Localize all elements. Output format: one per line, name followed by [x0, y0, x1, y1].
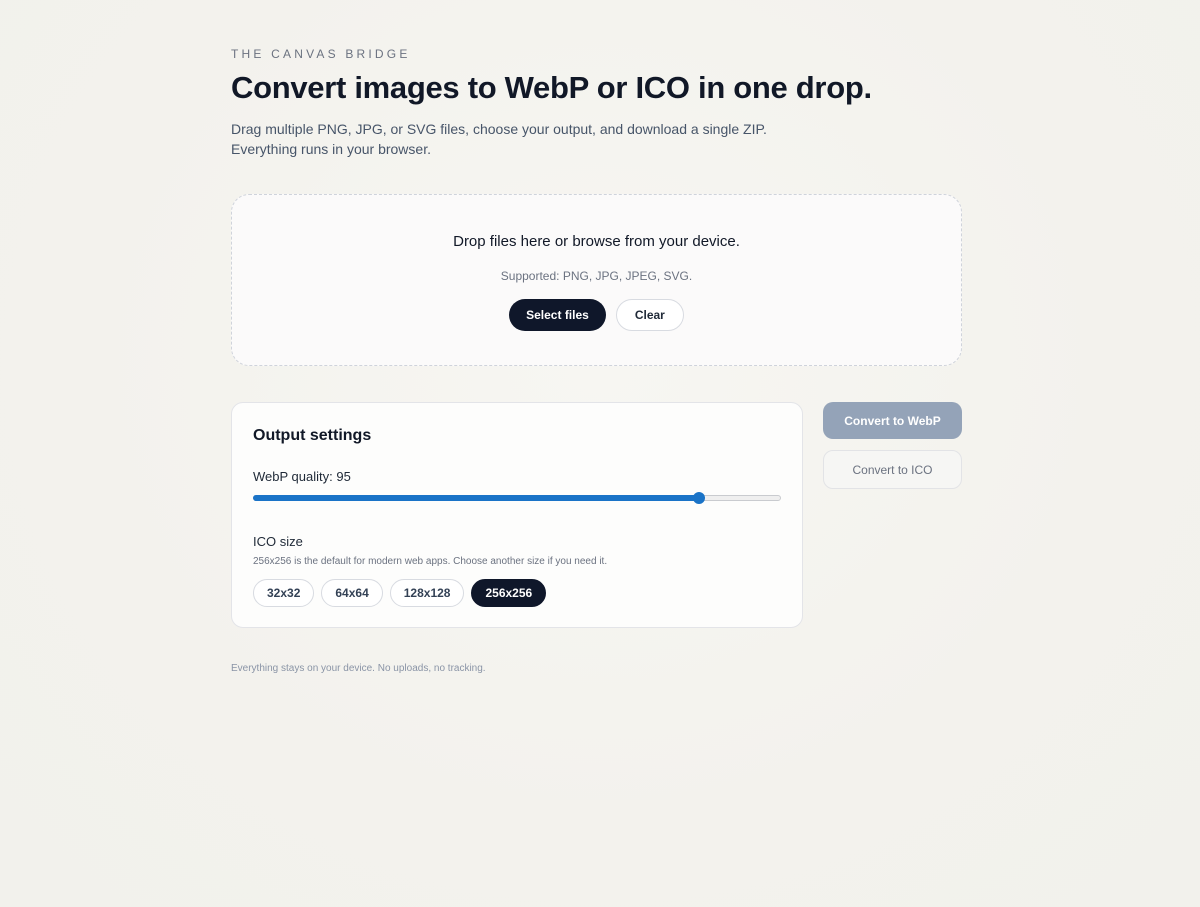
dropzone-actions: Select files Clear — [232, 299, 961, 331]
privacy-note: Everything stays on your device. No uplo… — [231, 663, 486, 674]
slider-thumb[interactable] — [693, 492, 706, 504]
supported-formats: Supported: PNG, JPG, JPEG, SVG. — [500, 269, 693, 283]
page: THE CANVAS BRIDGE Convert images to WebP… — [0, 0, 1200, 907]
file-dropzone[interactable]: Drop files here or browse from your devi… — [231, 194, 962, 366]
dropzone-title: Drop files here or browse from your devi… — [453, 233, 740, 250]
webp-quality-slider[interactable] — [253, 492, 781, 504]
subtitle-line: Drag multiple PNG, JPG, or SVG files, ch… — [231, 121, 767, 137]
ico-size-hint: 256x256 is the default for modern web ap… — [253, 556, 608, 567]
size-option-256[interactable]: 256x256 — [471, 579, 547, 607]
size-option-64[interactable]: 64x64 — [321, 579, 383, 607]
page-title: Convert images to WebP or ICO in one dro… — [231, 70, 872, 105]
ico-size-label: ICO size — [253, 534, 303, 549]
size-option-32[interactable]: 32x32 — [253, 579, 315, 607]
size-option-128[interactable]: 128x128 — [389, 579, 465, 607]
convert-to-ico-button[interactable]: Convert to ICO — [823, 450, 962, 489]
settings-title: Output settings — [253, 427, 372, 444]
slider-fill — [253, 495, 700, 501]
brand-eyebrow: THE CANVAS BRIDGE — [231, 47, 411, 61]
output-settings-panel: Output settings WebP quality: 95 ICO siz… — [231, 402, 803, 628]
subtitle-line: Everything runs in your browser. — [231, 141, 431, 157]
webp-quality-label: WebP quality: 95 — [253, 469, 351, 484]
page-subtitle: Drag multiple PNG, JPG, or SVG files, ch… — [231, 119, 831, 159]
convert-to-webp-button[interactable]: Convert to WebP — [823, 402, 962, 439]
clear-button[interactable]: Clear — [615, 299, 684, 331]
ico-size-options: 32x32 64x64 128x128 256x256 — [253, 579, 547, 607]
select-files-button[interactable]: Select files — [509, 299, 606, 331]
